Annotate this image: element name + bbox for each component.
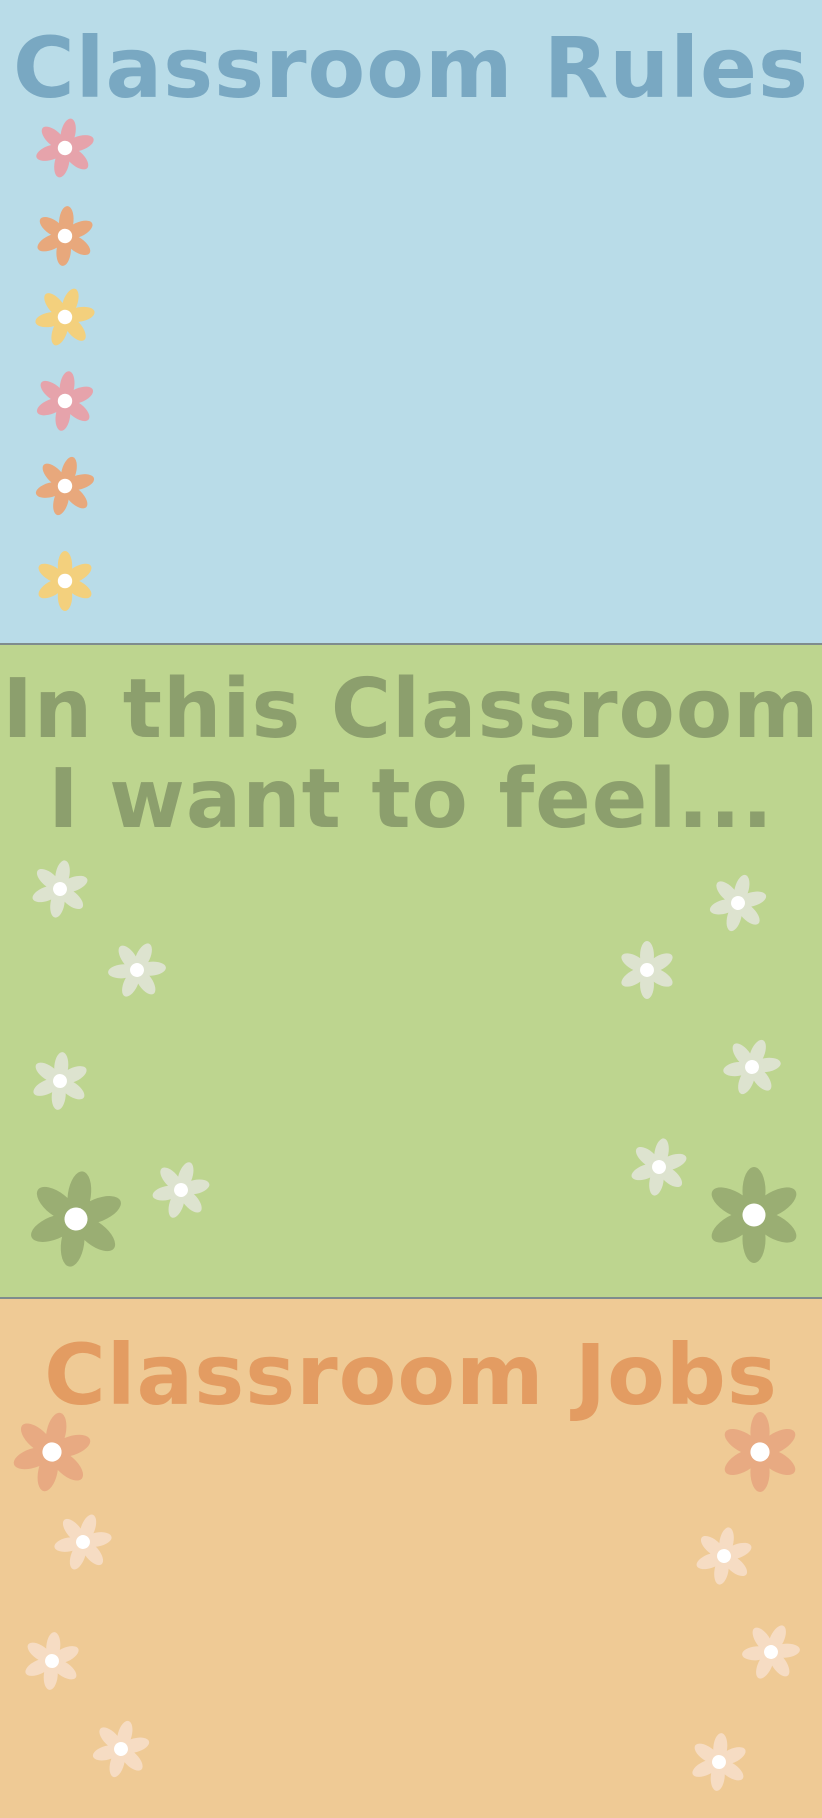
classroom-feel-title-line-1: In this Classroom	[2, 662, 820, 757]
classroom-jobs-title: Classroom Jobs	[44, 1326, 778, 1424]
classroom-rules-title: Classroom Rules	[13, 19, 809, 117]
classroom-feel-title-line-2: I want to feel...	[48, 752, 774, 847]
classroom-rules-panel: Classroom Rules	[0, 0, 822, 643]
classroom-feel-title: In this Classroom I want to feel...	[0, 665, 822, 845]
